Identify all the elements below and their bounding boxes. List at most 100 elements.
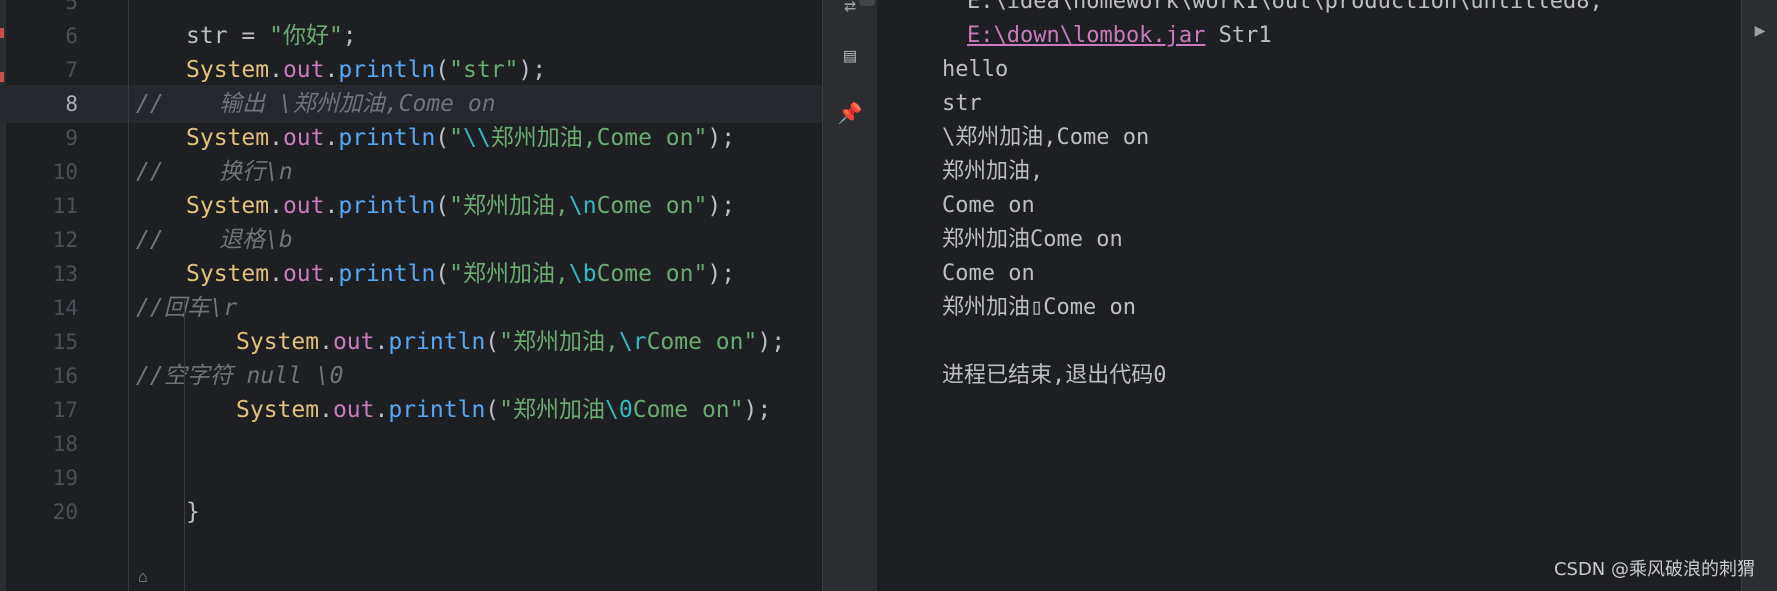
code-token: );	[707, 125, 736, 151]
code-token: "郑州加油,	[449, 193, 569, 219]
pin-icon[interactable]: 📌	[835, 98, 865, 128]
code-line[interactable]: 17 System.out.println("郑州加油\0Come on");	[0, 391, 822, 429]
line-number: 9	[65, 126, 78, 150]
line-number: 16	[52, 364, 78, 388]
code-token: 郑州加油,Come on"	[490, 125, 708, 151]
line-number: 13	[52, 262, 78, 286]
side-panel-tab[interactable]: ▶	[1750, 20, 1770, 84]
code-line[interactable]: 9 System.out.println("\\郑州加油,Come on");	[0, 119, 822, 157]
code-token: out	[282, 261, 325, 287]
code-token: .	[324, 261, 339, 287]
line-number: 6	[65, 24, 78, 48]
code-token: (	[435, 125, 450, 151]
code-token: .	[319, 397, 333, 423]
code-token: );	[743, 397, 772, 423]
code-line[interactable]: 18	[0, 425, 822, 463]
code-text: }	[186, 493, 200, 531]
code-text: // 换行\n	[136, 153, 293, 191]
code-token: .	[324, 193, 339, 219]
code-token: System	[236, 397, 320, 423]
code-token: out	[332, 329, 375, 355]
code-token: //空字符 null \0	[136, 363, 344, 389]
code-token: (	[435, 57, 450, 83]
code-line[interactable]: 12 // 退格\b	[0, 221, 822, 259]
code-token: println	[338, 57, 436, 83]
code-token: \b	[568, 261, 597, 287]
code-token: str =	[186, 23, 270, 49]
code-token: );	[707, 261, 736, 287]
code-token: .	[324, 125, 339, 151]
code-text: //回车\r	[136, 289, 237, 327]
code-token: \0	[605, 397, 633, 423]
code-token: out	[282, 57, 325, 83]
line-number: 14	[52, 296, 78, 320]
code-token: System	[236, 329, 320, 355]
line-number: 12	[52, 228, 78, 252]
code-text: // 退格\b	[136, 221, 293, 259]
line-number: 19	[52, 466, 78, 490]
code-token: System	[186, 57, 270, 83]
code-token: .	[269, 57, 283, 83]
code-text: System.out.println("郑州加油,\bCome on");	[186, 255, 735, 293]
code-text: System.out.println("郑州加油,\nCome on");	[186, 187, 735, 225]
code-token: Come on"	[632, 397, 744, 423]
code-line[interactable]: 7 System.out.println("str");	[0, 51, 822, 89]
code-token: (	[485, 329, 500, 355]
code-line[interactable]: 15 System.out.println("郑州加油,\rCome on");	[0, 323, 822, 361]
code-line[interactable]: 20}	[0, 493, 822, 531]
code-token: (	[435, 261, 450, 287]
code-token: .	[324, 57, 339, 83]
code-token: .	[319, 329, 333, 355]
code-token: );	[707, 193, 736, 219]
soft-wrap-icon[interactable]: ⇄	[835, 0, 865, 20]
code-token: }	[186, 499, 200, 525]
code-token: .	[269, 193, 283, 219]
code-token: out	[282, 125, 325, 151]
console-line: \郑州加油,Come on	[942, 125, 1150, 150]
console-line: 郑州加油Come on	[942, 227, 1123, 252]
console-line: str	[942, 91, 982, 116]
code-line[interactable]: 13 System.out.println("郑州加油,\bCome on");	[0, 255, 822, 293]
right-tool-strip: ▶	[1741, 0, 1777, 591]
code-line[interactable]: 8 // 输出 \郑州加油,Come on	[0, 85, 822, 123]
code-token: System	[186, 261, 270, 287]
indent-guide	[184, 300, 185, 591]
line-number: 15	[52, 330, 78, 354]
watermark: CSDN @乘风破浪的刺猬	[1553, 559, 1755, 580]
code-token: println	[388, 397, 486, 423]
code-token: ;	[342, 23, 357, 49]
code-token: out	[282, 193, 325, 219]
code-token: println	[388, 329, 486, 355]
fold-end-icon[interactable]: ⌂	[136, 568, 150, 586]
console-line: E:\down\lombok.jar Str1	[967, 17, 1272, 55]
code-text: System.out.println("\\郑州加油,Come on");	[186, 119, 735, 157]
code-editor[interactable]: 5 6 str = "你好"; 7 System.out.println("str");…	[0, 0, 822, 591]
line-number: 8	[65, 92, 78, 116]
code-token: // 输出 \郑州加油,Come on	[136, 91, 496, 117]
code-line[interactable]: 14 //回车\r	[0, 289, 822, 327]
code-line[interactable]: 10 // 换行\n	[0, 153, 822, 191]
line-number: 11	[52, 194, 78, 218]
code-token: \r	[618, 329, 647, 355]
console-line: Come on	[942, 261, 1035, 286]
code-text: // 输出 \郑州加油,Come on	[136, 85, 496, 123]
main-class-text: Str1	[1205, 23, 1272, 48]
code-line[interactable]: 11 System.out.println("郑州加油,\nCome on");	[0, 187, 822, 225]
code-token: .	[374, 397, 389, 423]
line-number: 18	[52, 432, 78, 456]
code-text: str = "你好";	[186, 17, 357, 55]
code-token: (	[485, 397, 500, 423]
line-number: 10	[52, 160, 78, 184]
code-token: \\	[463, 125, 491, 151]
code-token: "郑州加油	[499, 397, 606, 423]
run-console[interactable]: E:\idea\homework\work1\out\production\un…	[877, 0, 1741, 591]
code-token: .	[269, 125, 283, 151]
code-token: );	[757, 329, 786, 355]
jar-path-link[interactable]: E:\down\lombok.jar	[967, 23, 1205, 48]
code-line[interactable]: 6 str = "你好";	[0, 17, 822, 55]
console-line: Come on	[942, 193, 1035, 218]
code-token: "郑州加油,	[499, 329, 619, 355]
layout-icon[interactable]: ▤	[835, 40, 865, 70]
code-line[interactable]: 19	[0, 459, 822, 497]
code-line[interactable]: 16 //空字符 null \0	[0, 357, 822, 395]
